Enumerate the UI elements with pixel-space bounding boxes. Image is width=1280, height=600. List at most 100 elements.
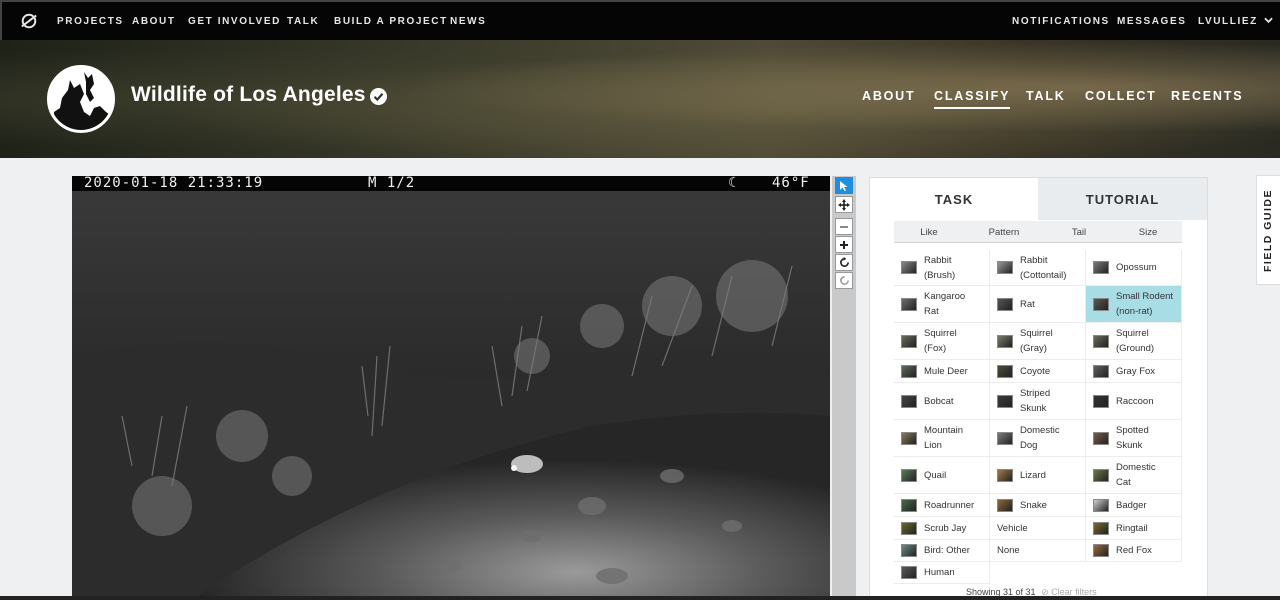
choice-thumbnail (1093, 468, 1109, 482)
choice-label: Lizard (1020, 469, 1046, 481)
choice-label: None (997, 545, 1020, 556)
choice-thumbnail (1093, 498, 1109, 512)
choice-small-rodent-non-rat[interactable]: Small Rodent (non-rat) (1086, 286, 1182, 323)
tab-task[interactable]: TASK (870, 178, 1038, 220)
choice-none[interactable]: None (990, 540, 1086, 562)
project-nav-classify[interactable]: CLASSIFY (934, 89, 1011, 109)
filter-tail[interactable]: Tail (1044, 221, 1114, 243)
choice-gray-fox[interactable]: Gray Fox (1086, 360, 1182, 383)
choice-badger[interactable]: Badger (1086, 494, 1182, 517)
project-nav-about[interactable]: ABOUT (862, 89, 915, 103)
moon-phase-icon: ☾ (728, 176, 738, 191)
choice-lizard[interactable]: Lizard (990, 457, 1086, 494)
choice-striped-skunk[interactable]: Striped Skunk (990, 383, 1086, 420)
choice-raccoon[interactable]: Raccoon (1086, 383, 1182, 420)
window-bottom-edge (0, 596, 1280, 600)
nav-notifications[interactable]: NOTIFICATIONS (1012, 16, 1110, 27)
choice-label: Squirrel (Fox) (924, 328, 957, 354)
zoom-out-icon[interactable] (835, 218, 853, 235)
choice-roadrunner[interactable]: Roadrunner (894, 494, 990, 517)
project-nav-collect[interactable]: COLLECT (1085, 89, 1157, 103)
choice-label: Rabbit (Brush) (924, 254, 956, 281)
choice-squirrel-gray[interactable]: Squirrel (Gray) (990, 323, 1086, 360)
choice-thumbnail (901, 297, 917, 311)
choice-rabbit-cottontail[interactable]: Rabbit (Cottontail) (990, 250, 1086, 286)
project-nav-recents[interactable]: RECENTS (1171, 89, 1243, 103)
verified-badge-icon (370, 88, 387, 105)
subject-image[interactable]: 2020-01-18 21:33:19 M 1/2 ☾ 46°F (72, 176, 830, 600)
choice-label: Vehicle (997, 522, 1028, 534)
choice-thumbnail (901, 431, 917, 445)
filter-size[interactable]: Size (1114, 221, 1182, 243)
choice-mountain-lion[interactable]: Mountain Lion (894, 420, 990, 457)
choice-rat[interactable]: Rat (990, 286, 1086, 323)
choice-spotted-skunk[interactable]: Spotted Skunk (1086, 420, 1182, 457)
project-title[interactable]: Wildlife of Los Angeles (131, 83, 366, 107)
field-guide-tab[interactable]: FIELD GUIDE (1256, 175, 1280, 285)
choice-label: Raccoon (1116, 395, 1154, 407)
choice-label: Squirrel (Ground) (1116, 328, 1155, 354)
choice-domestic-dog[interactable]: Domestic Dog (990, 420, 1086, 457)
nav-messages[interactable]: MESSAGES (1117, 16, 1186, 27)
zoom-in-icon[interactable] (835, 236, 853, 253)
pointer-tool-icon[interactable] (835, 177, 853, 194)
choice-snake[interactable]: Snake (990, 494, 1086, 517)
rotate-icon[interactable] (835, 254, 853, 271)
filter-like[interactable]: Like (894, 221, 964, 243)
nav-projects[interactable]: PROJECTS (57, 16, 124, 27)
choice-label: Rat (1020, 298, 1035, 310)
choice-thumbnail (997, 334, 1013, 348)
choice-human[interactable]: Human (894, 562, 990, 584)
choice-label: Squirrel (Gray) (1020, 328, 1053, 354)
tab-tutorial[interactable]: TUTORIAL (1038, 178, 1207, 220)
choice-thumbnail (901, 521, 917, 535)
choice-thumbnail (901, 394, 917, 408)
choice-thumbnail (1093, 261, 1109, 274)
pan-tool-icon[interactable] (835, 196, 853, 213)
reset-view-icon[interactable] (835, 272, 853, 289)
choice-thumbnail (1093, 334, 1109, 348)
choice-label: Opossum (1116, 262, 1157, 273)
panel-tabs: TASK TUTORIAL (870, 178, 1207, 220)
filter-pattern[interactable]: Pattern (964, 221, 1044, 243)
choice-thumbnail (997, 498, 1013, 512)
project-nav-talk[interactable]: TALK (1026, 89, 1066, 103)
choice-label: Domestic Cat (1116, 462, 1156, 488)
choice-coyote[interactable]: Coyote (990, 360, 1086, 383)
choice-bobcat[interactable]: Bobcat (894, 383, 990, 420)
choice-scrub-jay[interactable]: Scrub Jay (894, 517, 990, 540)
choice-vehicle[interactable]: Vehicle (990, 517, 1086, 540)
user-menu[interactable]: LVULLIEZ (1198, 16, 1273, 27)
zooniverse-logo-icon[interactable] (20, 12, 38, 30)
choice-thumbnail (1093, 297, 1109, 311)
choice-label: Small Rodent (non-rat) (1116, 291, 1174, 317)
choice-label: Red Fox (1116, 545, 1152, 556)
choice-kangaroo-rat[interactable]: Kangaroo Rat (894, 286, 990, 323)
characteristic-filters: Like Pattern Tail Size (894, 221, 1182, 243)
choice-bird-other[interactable]: Bird: Other (894, 540, 990, 562)
choice-label: Badger (1116, 499, 1147, 511)
choice-red-fox[interactable]: Red Fox (1086, 540, 1182, 562)
choice-quail[interactable]: Quail (894, 457, 990, 494)
choice-label: Gray Fox (1116, 365, 1156, 377)
project-avatar[interactable] (47, 65, 115, 133)
nav-talk[interactable]: TALK (287, 16, 319, 27)
choice-opossum[interactable]: Opossum (1086, 250, 1182, 286)
choice-rabbit-brush[interactable]: Rabbit (Brush) (894, 250, 990, 286)
nav-news[interactable]: NEWS (450, 16, 486, 27)
nav-get-involved[interactable]: GET INVOLVED (188, 16, 281, 27)
choice-mule-deer[interactable]: Mule Deer (894, 360, 990, 383)
choice-squirrel-ground[interactable]: Squirrel (Ground) (1086, 323, 1182, 360)
choice-thumbnail (1093, 431, 1109, 445)
choice-squirrel-fox[interactable]: Squirrel (Fox) (894, 323, 990, 360)
nav-build-a-project[interactable]: BUILD A PROJECT (334, 16, 448, 27)
choice-label: Quail (924, 469, 947, 481)
choice-domestic-cat[interactable]: Domestic Cat (1086, 457, 1182, 494)
choice-label: Human (924, 567, 955, 578)
choice-label: Kangaroo Rat (924, 291, 966, 317)
username: LVULLIEZ (1198, 16, 1258, 27)
nav-about[interactable]: ABOUT (132, 16, 176, 27)
choice-label: Mule Deer (924, 365, 968, 377)
choice-ringtail[interactable]: Ringtail (1086, 517, 1182, 540)
choice-thumbnail (901, 364, 917, 378)
